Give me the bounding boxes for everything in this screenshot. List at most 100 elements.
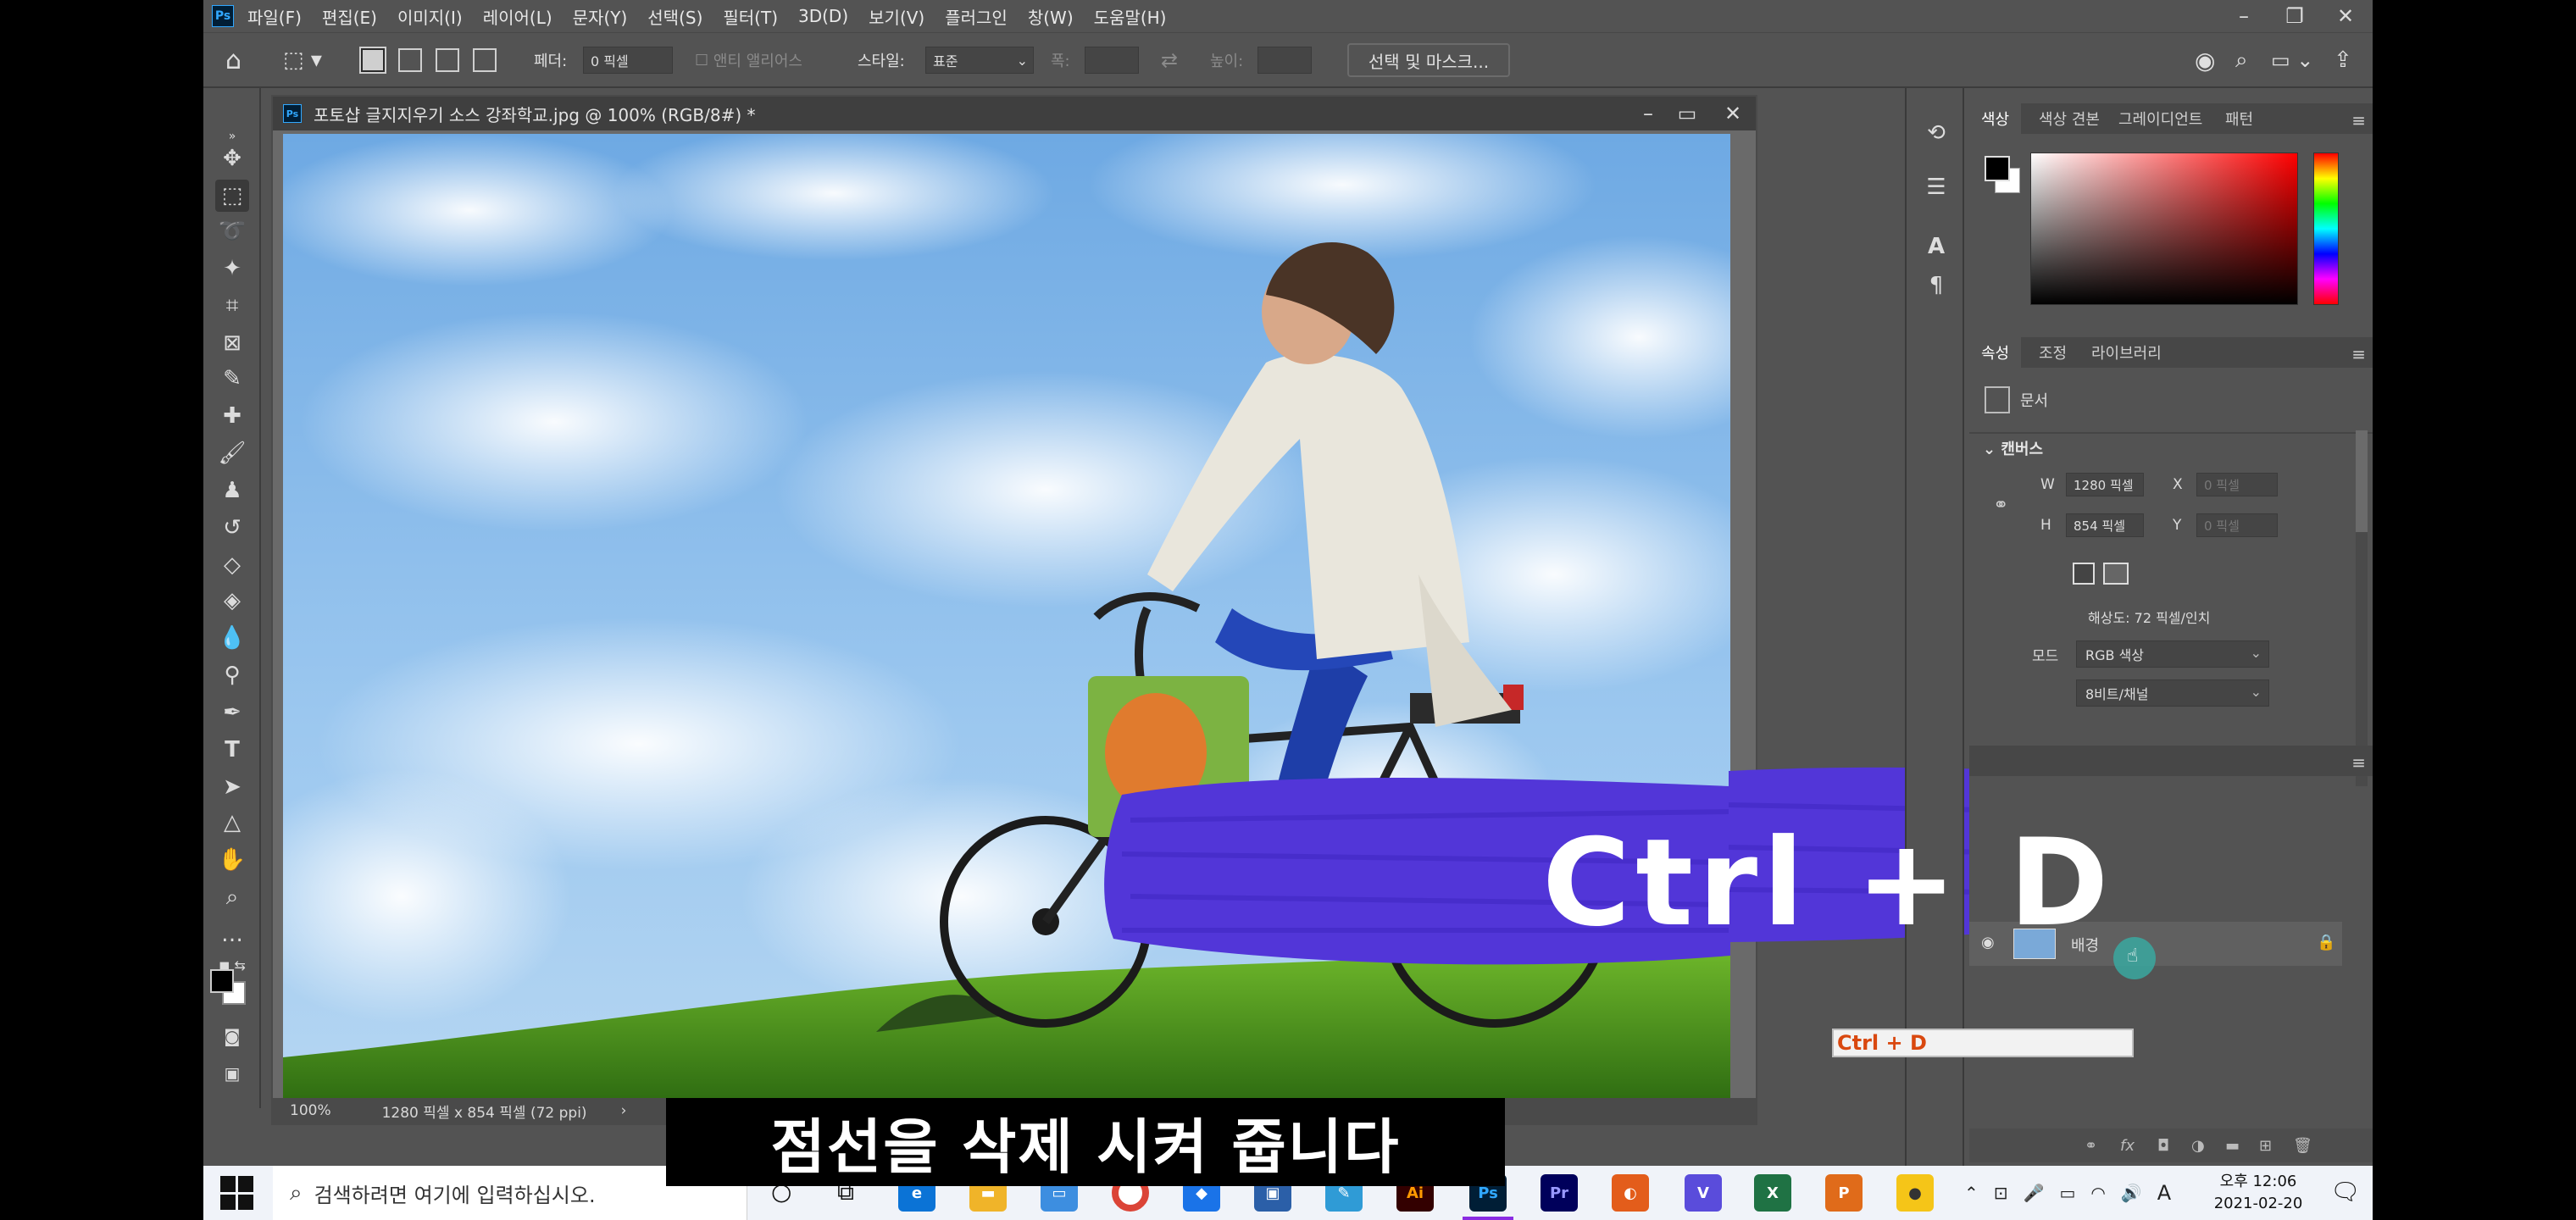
brush-tool-icon[interactable]: 🖌 bbox=[215, 437, 249, 469]
volume-icon[interactable]: 🔊 bbox=[2121, 1183, 2142, 1203]
menu-edit[interactable]: 편집(E) bbox=[322, 4, 377, 29]
menu-filter[interactable]: 필터(T) bbox=[723, 4, 778, 29]
clock[interactable]: 오후 12:06 2021-02-20 bbox=[2203, 1171, 2313, 1215]
paint-bucket-tool-icon[interactable]: ◈ bbox=[215, 585, 249, 617]
hue-slider[interactable] bbox=[2313, 152, 2339, 305]
menu-select[interactable]: 선택(S) bbox=[647, 4, 702, 29]
foreground-color-swatch[interactable] bbox=[210, 969, 234, 993]
ime-indicator[interactable]: A bbox=[2157, 1181, 2171, 1205]
eyedropper-tool-icon[interactable]: ✎ bbox=[215, 363, 249, 395]
lasso-tool-icon[interactable]: ➰ bbox=[215, 215, 249, 247]
menu-view[interactable]: 보기(V) bbox=[869, 4, 924, 29]
fg-color-chip[interactable] bbox=[1985, 156, 2010, 181]
type-tool-icon[interactable]: T bbox=[215, 734, 249, 766]
pen-tool-icon[interactable]: ✒ bbox=[215, 696, 249, 729]
panel-menu-icon[interactable]: ≡ bbox=[2351, 110, 2366, 130]
close-icon[interactable]: ✕ bbox=[2320, 0, 2371, 32]
learn-icon[interactable]: ◉ bbox=[2195, 45, 2215, 75]
canvas-section[interactable]: ⌄ 캔버스 bbox=[1983, 437, 2043, 459]
trash-icon[interactable]: 🗑 bbox=[2293, 1137, 2312, 1155]
properties-menu-icon[interactable]: ≡ bbox=[2351, 344, 2366, 364]
height-field[interactable]: 854 픽셀 bbox=[2066, 513, 2144, 537]
tab-color[interactable]: 색상 bbox=[1969, 103, 2022, 134]
doc-close-icon[interactable]: ✕ bbox=[1713, 97, 1752, 130]
mode-select[interactable]: RGB 색상 ⌄ bbox=[2076, 640, 2269, 668]
battery-icon[interactable]: ▭ bbox=[2059, 1183, 2075, 1203]
marquee-tool-icon[interactable]: ⬚ bbox=[215, 180, 249, 212]
canvas-image[interactable] bbox=[283, 134, 1730, 1100]
add-mask-icon[interactable]: ◘ bbox=[2157, 1137, 2169, 1155]
new-group-icon[interactable]: ▬ bbox=[2225, 1137, 2240, 1155]
menu-3d[interactable]: 3D(D) bbox=[798, 6, 848, 26]
windows-start-icon[interactable] bbox=[220, 1176, 254, 1210]
eraser-tool-icon[interactable]: ◇ bbox=[215, 549, 249, 581]
adjustment-layer-icon[interactable]: ◑ bbox=[2191, 1137, 2205, 1155]
powerpoint-icon[interactable]: P bbox=[1825, 1174, 1863, 1212]
hand-tool-icon[interactable]: ✋ bbox=[215, 844, 249, 876]
quick-mask-icon[interactable]: ◙ bbox=[215, 1020, 249, 1052]
magic-wand-tool-icon[interactable]: ✦ bbox=[215, 252, 249, 285]
tab-properties[interactable]: 속성 bbox=[1969, 337, 2022, 368]
tab-swatches[interactable]: 색상 견본 bbox=[2039, 103, 2100, 134]
width-input[interactable] bbox=[1085, 47, 1139, 74]
workspace-icon[interactable]: ▭ ⌄ bbox=[2271, 45, 2313, 75]
character-panel-icon[interactable]: A bbox=[1922, 232, 1951, 261]
lock-icon[interactable]: 🔒 bbox=[2317, 934, 2335, 951]
new-selection-icon[interactable] bbox=[359, 47, 386, 74]
doc-minimize-icon[interactable]: – bbox=[1629, 97, 1668, 130]
feather-input[interactable]: 0 픽셀 bbox=[583, 47, 673, 74]
link-icon[interactable]: ⚭ bbox=[1993, 495, 2008, 516]
app-v-icon[interactable]: V bbox=[1685, 1174, 1722, 1212]
menu-plugins[interactable]: 플러그인 bbox=[945, 4, 1008, 29]
properties-scrollbar[interactable] bbox=[2356, 430, 2368, 786]
height-input[interactable] bbox=[1257, 47, 1312, 74]
dodge-tool-icon[interactable]: ⚲ bbox=[215, 659, 249, 691]
antialias-checkbox[interactable]: ☐ 앤티 앨리어스 bbox=[695, 45, 802, 75]
new-layer-icon[interactable]: ⊞ bbox=[2259, 1137, 2272, 1155]
menu-file[interactable]: 파일(F) bbox=[247, 4, 302, 29]
notification-icon[interactable]: 🗨 bbox=[2330, 1178, 2361, 1206]
x-field[interactable]: 0 픽셀 bbox=[2196, 473, 2278, 496]
intersect-selection-icon[interactable] bbox=[473, 48, 497, 72]
healing-brush-tool-icon[interactable]: ✚ bbox=[215, 400, 249, 432]
menu-image[interactable]: 이미지(I) bbox=[397, 4, 463, 29]
crop-tool-icon[interactable]: ⌗ bbox=[215, 290, 249, 322]
color-field[interactable] bbox=[2030, 152, 2298, 305]
width-field[interactable]: 1280 픽셀 bbox=[2066, 473, 2144, 496]
y-field[interactable]: 0 픽셀 bbox=[2196, 513, 2278, 537]
add-selection-icon[interactable] bbox=[398, 48, 422, 72]
search-icon[interactable]: ⌕ bbox=[2235, 45, 2248, 75]
marquee-preset-icon[interactable]: ⬚ ▾ bbox=[283, 45, 322, 75]
document-tab[interactable]: Ps 포토샵 글지지우기 소스 강좌학교.jpg @ 100% (RGB/8#)… bbox=[273, 97, 1756, 130]
layers-menu-icon[interactable]: ≡ bbox=[2351, 752, 2366, 773]
zoom-level[interactable]: 100% bbox=[290, 1102, 331, 1119]
adjust-panel-icon[interactable]: ☰ bbox=[1922, 173, 1951, 202]
tab-libraries[interactable]: 라이브러리 bbox=[2091, 337, 2162, 368]
premiere-icon[interactable]: Pr bbox=[1541, 1174, 1578, 1212]
restore-icon[interactable]: ❐ bbox=[2269, 0, 2320, 32]
screen-mode-icon[interactable]: ▣ bbox=[215, 1057, 249, 1090]
blur-tool-icon[interactable]: 💧 bbox=[215, 622, 249, 654]
style-select[interactable]: 표준 ⌄ bbox=[925, 47, 1034, 74]
path-selection-tool-icon[interactable]: ➤ bbox=[215, 771, 249, 803]
fx-icon[interactable]: fx bbox=[2120, 1137, 2135, 1155]
menu-help[interactable]: 도움말(H) bbox=[1094, 4, 1167, 29]
status-arrow-icon[interactable]: › bbox=[621, 1102, 627, 1119]
menu-window[interactable]: 창(W) bbox=[1028, 4, 1074, 29]
subtract-selection-icon[interactable] bbox=[436, 48, 459, 72]
more-tools-icon[interactable]: … bbox=[215, 918, 249, 951]
share-icon[interactable]: ⇪ bbox=[2334, 45, 2352, 75]
home-icon[interactable]: ⌂ bbox=[225, 45, 242, 75]
wifi-icon[interactable]: ◠ bbox=[2090, 1183, 2105, 1203]
microphone-icon[interactable]: 🎤 bbox=[2024, 1183, 2045, 1203]
zoom-tool-icon[interactable]: ⌕ bbox=[215, 881, 249, 913]
tab-gradients[interactable]: 그레이디언트 bbox=[2118, 103, 2202, 134]
portrait-icon[interactable] bbox=[2073, 563, 2095, 585]
move-tool-icon[interactable]: ✥ bbox=[215, 142, 249, 175]
landscape-icon[interactable] bbox=[2103, 563, 2129, 585]
minimize-icon[interactable]: – bbox=[2218, 0, 2269, 32]
excel-icon[interactable]: X bbox=[1754, 1174, 1791, 1212]
depth-select[interactable]: 8비트/채널 ⌄ bbox=[2076, 679, 2269, 707]
clone-stamp-tool-icon[interactable]: ♟ bbox=[215, 474, 249, 507]
chevron-up-icon[interactable]: ⌃ bbox=[1964, 1183, 1979, 1203]
